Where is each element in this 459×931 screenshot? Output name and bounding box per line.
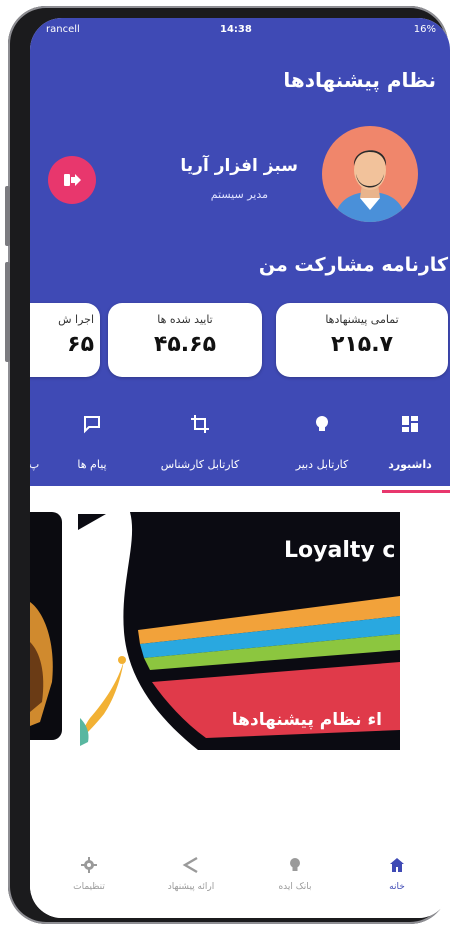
nav-label: بانک ایده — [278, 882, 312, 892]
profile-name: سبز افزار آریا — [180, 156, 298, 176]
app-screen: rancell 14:38 16% نظام پیشنهادها سبز افز… — [30, 18, 450, 918]
stat-value: ۲۱۵.۷ — [330, 332, 394, 357]
tab-dashboard[interactable]: داشبورد — [370, 408, 450, 486]
user-avatar-icon — [334, 150, 406, 222]
stat-card[interactable]: تمامی پیشنهادها ۲۱۵.۷ — [276, 303, 448, 377]
stat-label: اجرا ش — [58, 313, 94, 326]
tab-messages[interactable]: پیام ها — [56, 408, 128, 486]
nav-settings[interactable]: تنظیمات — [44, 854, 134, 892]
bottom-navigation: خانه بانک ایده ارائه پیشنهاد تنظیمات — [30, 844, 450, 918]
tab-more[interactable]: پ — [30, 408, 42, 486]
tab-label: داشبورد — [388, 458, 432, 471]
carousel-slide-previous[interactable] — [30, 512, 62, 740]
page-title: نظام پیشنهادها — [283, 68, 436, 92]
tab-secretary-inbox[interactable]: کارتابل دبیر — [282, 408, 362, 486]
carousel-slide[interactable]: Loyalty c اء نظام پیشنهادها — [78, 512, 400, 750]
stat-card[interactable]: تایید شده ها ۴۵.۶۵ — [108, 303, 262, 377]
stat-label: تمامی پیشنهادها — [325, 313, 399, 326]
stat-value: ۴۵.۶۵ — [153, 332, 217, 357]
phone-frame: rancell 14:38 16% نظام پیشنهادها سبز افز… — [5, 6, 450, 924]
dashboard-icon — [402, 416, 418, 432]
tab-label: کارتابل کارشناس — [160, 458, 240, 471]
active-tab-indicator — [382, 490, 450, 493]
share-icon — [182, 856, 198, 874]
status-bar: rancell 14:38 16% — [30, 24, 450, 42]
status-icons: 16% — [414, 24, 436, 35]
logout-button[interactable] — [48, 156, 96, 204]
tab-label: کارتابل دبیر — [295, 458, 349, 471]
nav-label: تنظیمات — [73, 882, 105, 892]
stat-card[interactable]: اجرا ش ۶۵ — [30, 303, 100, 377]
tab-bar: داشبورد کارتابل دبیر کارتابل کارشناس پیا… — [30, 408, 450, 486]
profile-role: مدیر سیستم — [210, 188, 268, 201]
battery-label: 16% — [413, 24, 436, 35]
bulb-icon — [290, 858, 300, 871]
tab-label: پیام ها — [77, 458, 107, 471]
slide-subtitle: اء نظام پیشنهادها — [231, 710, 382, 730]
nav-label: خانه — [389, 882, 405, 892]
tab-label: پ — [30, 458, 40, 471]
volume-button — [5, 186, 10, 246]
tab-expert-inbox[interactable]: کارتابل کارشناس — [148, 408, 252, 486]
stat-value: ۶۵ — [67, 332, 94, 357]
nav-label: ارائه پیشنهاد — [167, 882, 215, 892]
nav-idea-bank[interactable]: بانک ایده — [250, 854, 340, 892]
crop-icon — [191, 415, 209, 433]
stat-label: تایید شده ها — [157, 313, 213, 326]
gear-icon — [81, 857, 97, 873]
slide-title: Loyalty c — [284, 538, 396, 563]
logout-icon — [64, 174, 81, 186]
volume-button — [5, 262, 10, 362]
status-time: 14:38 — [220, 24, 252, 35]
banner-carousel[interactable]: Loyalty c اء نظام پیشنهادها — [30, 494, 450, 844]
carrier-label: rancell — [46, 24, 80, 35]
message-icon — [84, 416, 100, 434]
home-icon — [390, 858, 404, 872]
header: rancell 14:38 16% نظام پیشنهادها سبز افز… — [30, 18, 450, 486]
avatar[interactable] — [322, 126, 418, 222]
nav-home[interactable]: خانه — [352, 854, 442, 892]
bulb-icon — [316, 416, 328, 431]
section-title: کارنامه مشارکت من — [258, 254, 448, 276]
nav-submit-suggestion[interactable]: ارائه پیشنهاد — [146, 854, 236, 892]
slide-image — [30, 602, 53, 726]
